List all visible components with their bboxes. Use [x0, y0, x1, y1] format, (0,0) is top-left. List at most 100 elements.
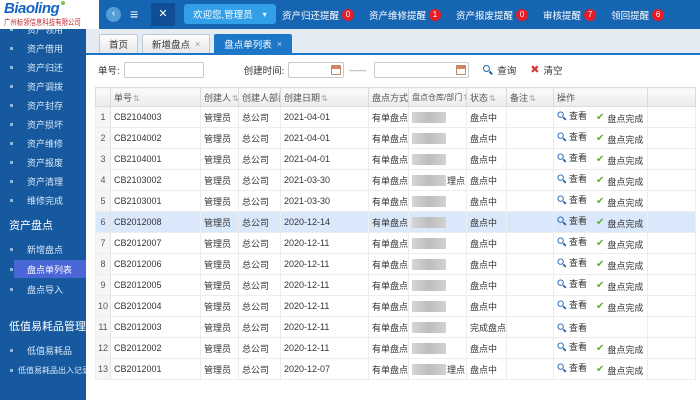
- table-row[interactable]: 9CB2012005管理员总公司2020-12-11有单盘点盘点中查看✔盘点完成: [96, 275, 696, 296]
- column-header[interactable]: 创建人部门⇅: [239, 88, 281, 107]
- bullet-icon: [10, 142, 13, 145]
- sidebar-item[interactable]: 资产归还: [0, 58, 86, 77]
- view-action[interactable]: 查看: [557, 361, 587, 374]
- sort-icon[interactable]: ⇅: [489, 94, 496, 103]
- sidebar-section-title[interactable]: 资产盘点: [0, 210, 86, 239]
- tab-item[interactable]: 首页: [99, 34, 138, 53]
- column-header[interactable]: 创建日期⇅: [281, 88, 369, 107]
- complete-action[interactable]: ✔盘点完成: [596, 112, 643, 125]
- view-action[interactable]: 查看: [557, 321, 587, 334]
- tab-close-icon[interactable]: ×: [277, 39, 282, 49]
- complete-action[interactable]: ✔盘点完成: [596, 301, 643, 314]
- table-row[interactable]: 4CB2103002管理员总公司2021-03-30有单盘点理点盘点中查看✔盘点…: [96, 170, 696, 191]
- view-action[interactable]: 查看: [557, 130, 587, 143]
- view-icon: [557, 175, 565, 183]
- sidebar-item[interactable]: 资产借用: [0, 39, 86, 58]
- topnav-item[interactable]: 资产归还提醒0: [282, 8, 354, 22]
- table-row[interactable]: 12CB2012002管理员总公司2020-12-11有单盘点盘点中查看✔盘点完…: [96, 338, 696, 359]
- sort-icon[interactable]: ⇅: [529, 94, 536, 103]
- column-header[interactable]: 单号⇅: [111, 88, 201, 107]
- complete-action[interactable]: ✔盘点完成: [596, 196, 643, 209]
- sidebar-section-title[interactable]: 低值易耗品管理: [0, 311, 86, 340]
- topnav-item[interactable]: 领回提醒6: [611, 8, 664, 22]
- column-header[interactable]: 创建人⇅: [201, 88, 239, 107]
- search-button[interactable]: 查询: [483, 63, 516, 77]
- sort-icon[interactable]: ⇅: [232, 94, 238, 103]
- table-row[interactable]: 7CB2012007管理员总公司2020-12-11有单盘点盘点中查看✔盘点完成: [96, 233, 696, 254]
- table-row[interactable]: 2CB2104002管理员总公司2021-04-01有单盘点盘点中查看✔盘点完成: [96, 128, 696, 149]
- sidebar-item[interactable]: 低值易耗品: [0, 340, 86, 360]
- complete-action[interactable]: ✔盘点完成: [596, 238, 643, 251]
- sidebar-item[interactable]: 资产领用: [0, 29, 86, 39]
- complete-action[interactable]: ✔盘点完成: [596, 280, 643, 293]
- tab-item[interactable]: 新增盘点×: [142, 34, 210, 53]
- hamburger-menu-icon[interactable]: ≡: [130, 6, 138, 22]
- sidebar-item[interactable]: 盘点导入: [0, 279, 86, 299]
- view-action[interactable]: 查看: [557, 277, 587, 290]
- tab-bar: 首页新增盘点×盘点单列表×: [86, 29, 700, 55]
- view-action[interactable]: 查看: [557, 193, 587, 206]
- clear-button[interactable]: ✖ 清空: [530, 63, 562, 77]
- order-no-input[interactable]: [124, 62, 204, 78]
- table-row[interactable]: 8CB2012006管理员总公司2020-12-11有单盘点盘点中查看✔盘点完成: [96, 254, 696, 275]
- tab-active[interactable]: 盘点单列表×: [214, 34, 292, 53]
- column-header[interactable]: 盘点仓库/部门⇅: [409, 88, 467, 107]
- sort-icon[interactable]: ⇅: [133, 94, 140, 103]
- sidebar-item[interactable]: 资产封存: [0, 96, 86, 115]
- table-row[interactable]: 10CB2012004管理员总公司2020-12-11有单盘点盘点中查看✔盘点完…: [96, 296, 696, 317]
- table-row[interactable]: 1CB2104003管理员总公司2021-04-01有单盘点盘点中查看✔盘点完成: [96, 107, 696, 128]
- collapse-sidebar-button[interactable]: ‹: [106, 7, 121, 22]
- filler-cell: [648, 191, 696, 212]
- complete-action[interactable]: ✔盘点完成: [596, 154, 643, 167]
- close-icon[interactable]: ✕: [151, 3, 175, 26]
- column-header[interactable]: 状态⇅: [467, 88, 507, 107]
- table-row[interactable]: 11CB2012003管理员总公司2020-12-11有单盘点完成盘点查看: [96, 317, 696, 338]
- actions-cell: 查看 ✔盘点完成: [554, 275, 648, 296]
- table-row[interactable]: 3CB2104001管理员总公司2021-04-01有单盘点盘点中查看✔盘点完成: [96, 149, 696, 170]
- view-action[interactable]: 查看: [557, 214, 587, 227]
- bullet-icon: [10, 29, 13, 31]
- table-row[interactable]: 13CB2012001管理员总公司2020-12-07有单盘点理点盘点中查看✔盘…: [96, 359, 696, 380]
- date-from-input[interactable]: [288, 62, 344, 78]
- view-action[interactable]: 查看: [557, 172, 587, 185]
- sidebar-item[interactable]: 资产损坏: [0, 115, 86, 134]
- complete-action[interactable]: ✔盘点完成: [596, 343, 643, 356]
- complete-action[interactable]: ✔盘点完成: [596, 364, 643, 377]
- view-action[interactable]: 查看: [557, 109, 587, 122]
- user-menu-button[interactable]: 欢迎您,管理员 ▾: [184, 4, 276, 24]
- complete-action[interactable]: ✔盘点完成: [596, 133, 643, 146]
- sidebar-item-label: 资产清理: [27, 175, 63, 188]
- table-row[interactable]: 6CB2012008管理员总公司2020-12-14有单盘点盘点中查看✔盘点完成: [96, 212, 696, 233]
- sidebar-item[interactable]: 资产调拨: [0, 77, 86, 96]
- complete-action[interactable]: ✔盘点完成: [596, 217, 643, 230]
- view-action[interactable]: 查看: [557, 151, 587, 164]
- date-to-input[interactable]: [374, 62, 469, 78]
- sidebar-item[interactable]: 资产报废: [0, 153, 86, 172]
- sidebar-item[interactable]: 资产维修: [0, 134, 86, 153]
- view-action[interactable]: 查看: [557, 256, 587, 269]
- sidebar-item[interactable]: 维修完成: [0, 191, 86, 210]
- created-date-cell: 2020-12-11: [281, 338, 369, 359]
- logo[interactable]: Biaoling 广州标领信息科技有限公司: [0, 0, 99, 29]
- topnav-item[interactable]: 审核提醒7: [543, 8, 596, 22]
- column-header[interactable]: 盘点方式⇅: [369, 88, 409, 107]
- column-header[interactable]: 备注⇅: [507, 88, 554, 107]
- view-action[interactable]: 查看: [557, 340, 587, 353]
- sidebar-item[interactable]: 资产清理: [0, 172, 86, 191]
- sidebar-item[interactable]: 盘点单列表: [0, 259, 86, 279]
- sort-icon[interactable]: ⇅: [321, 94, 328, 103]
- view-action[interactable]: 查看: [557, 298, 587, 311]
- topnav-item[interactable]: 资产维修提醒1: [369, 8, 441, 22]
- tab-close-icon[interactable]: ×: [195, 39, 200, 49]
- company-name: 广州标领信息科技有限公司: [4, 17, 80, 28]
- creator-cell: 管理员: [201, 254, 239, 275]
- complete-action[interactable]: ✔盘点完成: [596, 259, 643, 272]
- sidebar-item[interactable]: 新增盘点: [0, 239, 86, 259]
- view-action[interactable]: 查看: [557, 235, 587, 248]
- order-no-cell: CB2104003: [111, 107, 201, 128]
- complete-action[interactable]: ✔盘点完成: [596, 175, 643, 188]
- topnav-item[interactable]: 资产报废提醒0: [456, 8, 528, 22]
- table-row[interactable]: 5CB2103001管理员总公司2021-03-30有单盘点盘点中查看✔盘点完成: [96, 191, 696, 212]
- sidebar-item[interactable]: 低值易耗品出入记录: [0, 360, 86, 380]
- sidebar-section-title[interactable]: 报表记录: [0, 392, 86, 400]
